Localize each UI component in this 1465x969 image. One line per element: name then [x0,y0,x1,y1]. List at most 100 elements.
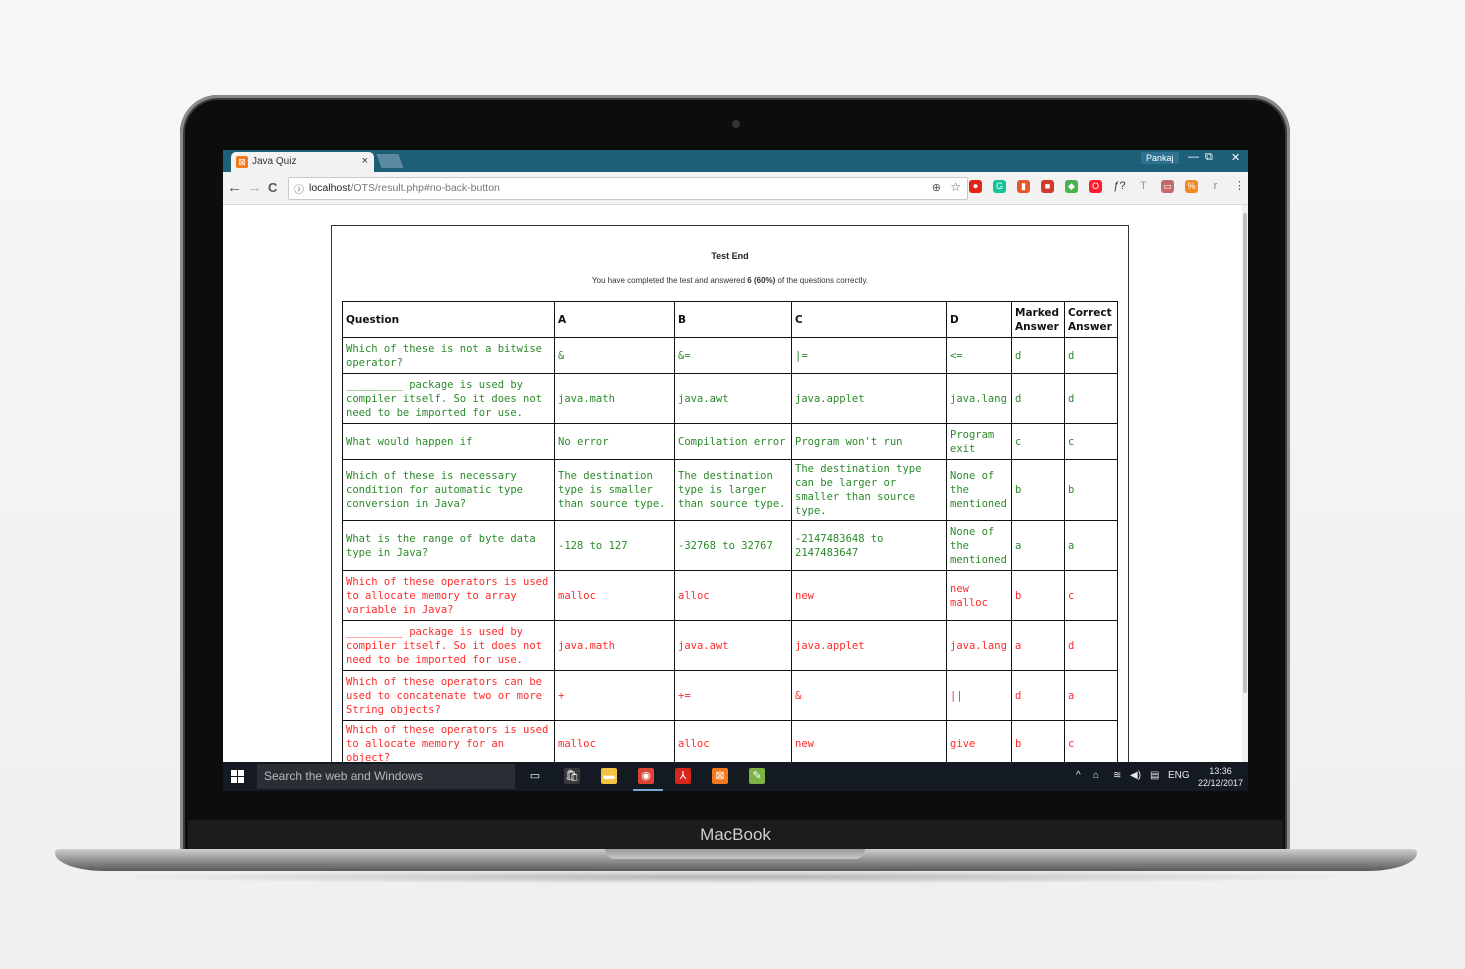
answer-cell: d [1011,373,1065,424]
windows-start-icon[interactable] [231,770,244,783]
table-row: What would happen if No error Compilation … [342,423,1118,460]
zoom-icon[interactable]: ⊕ [932,181,941,194]
percent-icon[interactable]: % [1185,180,1198,193]
answer-cell: a [1064,520,1118,571]
answer-cell: += [674,670,792,721]
answer-cell: new [791,720,947,762]
red-square-icon[interactable]: ⏺ [969,180,982,193]
question-cell: Which of these operators can be used to … [342,670,555,721]
extension-icon-orange[interactable]: ▮ [1017,180,1030,193]
answer-cell: -32768 to 32767 [674,520,792,571]
question-cell: _________ package is used by compiler it… [342,620,555,671]
answer-cell: malloc [554,720,675,762]
answer-cell: & [791,670,947,721]
tab-java-quiz[interactable]: ⊠ Java Quiz × [231,152,374,172]
summary-score: 6 (60%) [747,276,776,285]
answer-cell: java.math [554,620,675,671]
forward-icon[interactable]: → [247,179,262,196]
tab-title: Java Quiz [252,156,297,167]
extension-icon-red[interactable]: ■ [1041,180,1054,193]
tab-close-icon[interactable]: × [362,155,368,167]
window-icon[interactable]: ▭ [1161,180,1174,193]
answer-cell: b [1011,570,1065,621]
back-icon[interactable]: ← [227,179,242,196]
file-explorer-icon[interactable]: ▬ [601,768,617,784]
answer-cell: -128 to 127 [554,520,675,571]
acrobat-icon[interactable]: ⅄ [675,768,691,784]
xampp-icon[interactable]: ⊠ [712,768,728,784]
wifi-icon[interactable]: ≋ [1113,770,1121,781]
camera-dot [732,120,740,128]
table-row: Which of these is not a bitwise operator… [342,337,1118,374]
language-indicator[interactable]: ENG [1168,770,1190,781]
result-title: Test End [711,251,749,261]
column-header: Question [342,301,555,338]
answer-cell: b [1011,459,1065,521]
table-row: Which of these operators is used to allo… [342,720,1118,762]
r-icon[interactable]: r [1209,180,1222,193]
task-view-icon[interactable]: ▭ [527,768,543,784]
answer-cell: -2147483648 to 2147483647 [791,520,947,571]
column-header: C [791,301,947,338]
reload-icon[interactable]: C [268,180,277,195]
minimize-icon[interactable]: — [1188,151,1199,163]
question-cell: Which of these operators is used to allo… [342,720,555,762]
laptop-shadow [90,870,1380,884]
clock-time: 13:36 [1209,766,1232,776]
browser-toolbar: ← → C ⓘ localhost/OTS/result.php#no-back… [223,172,1248,205]
laptop-brand-label: MacBook [188,820,1283,850]
store-icon[interactable]: 🛍 [564,768,580,784]
taskbar-clock[interactable]: 13:36 22/12/2017 [1198,765,1243,789]
answer-cell: <= [946,337,1012,374]
answer-cell: java.lang [946,373,1012,424]
answer-cell: The destination type is larger than sour… [674,459,792,521]
answer-cell: The destination type is smaller than sou… [554,459,675,521]
opera-icon[interactable]: O [1089,180,1102,193]
vertical-scrollbar[interactable] [1242,205,1248,762]
close-window-icon[interactable]: ✕ [1231,151,1240,164]
url-text: localhost/OTS/result.php#no-back-button [309,182,500,194]
table-row: Which of these operators can be used to … [342,670,1118,721]
profile-button[interactable]: Pankaj [1141,152,1179,164]
xampp-favicon-icon: ⊠ [236,156,248,168]
network-icon[interactable]: ⌂ [1093,770,1099,781]
answer-cell: java.awt [674,373,792,424]
info-icon[interactable]: ⓘ [294,181,304,196]
answer-cell: java.awt [674,620,792,671]
windows-taskbar: Search the web and Windows ▭ 🛍 ▬ ◉ ⅄ ⊠ ✎ ^ ⌂ ≋… [223,762,1248,791]
menu-icon[interactable]: ⋮ [1233,180,1246,193]
question-cell: Which of these is necessary condition fo… [342,459,555,521]
notepad-icon[interactable]: ✎ [749,768,765,784]
answer-cell: c [1064,720,1118,762]
table-header-row: Question A B C D Marked Answer Correct Answer [342,301,1118,338]
tray-chevron-icon[interactable]: ^ [1076,770,1081,781]
answer-cell: a [1011,520,1065,571]
answer-cell: No error [554,423,675,460]
answer-cell: give [946,720,1012,762]
colorful-icon[interactable]: ◆ [1065,180,1078,193]
page-viewport: Test End You have completed the test and… [223,205,1248,762]
tex-icon[interactable]: T [1137,180,1150,193]
answer-cell: d [1064,373,1118,424]
formula-icon[interactable]: ƒ? [1113,180,1126,193]
bookmark-star-icon[interactable]: ☆ [950,180,961,194]
column-header: A [554,301,675,338]
notifications-icon[interactable]: ▤ [1150,770,1159,781]
column-header: Marked Answer [1011,301,1065,338]
scrollbar-thumb[interactable] [1243,213,1247,693]
restore-icon[interactable]: ⧉ [1205,151,1213,164]
grammarly-icon[interactable]: G [993,180,1006,193]
table-row: _________ package is used by compiler it… [342,620,1118,671]
taskbar-search-box[interactable]: Search the web and Windows [257,764,515,789]
volume-icon[interactable]: ◀) [1130,770,1141,781]
answer-cell: c [1011,423,1065,460]
question-cell: Which of these is not a bitwise operator… [342,337,555,374]
table-body: Which of these is not a bitwise operator… [342,337,1118,762]
answer-cell: alloc [674,570,792,621]
screen: ⊠ Java Quiz × Pankaj — ⧉ ✕ ← → C ⓘ local… [223,150,1248,791]
address-bar[interactable]: ⓘ localhost/OTS/result.php#no-back-butto… [288,177,968,200]
answer-cell: &= [674,337,792,374]
new-tab-button[interactable] [376,154,404,168]
chrome-icon[interactable]: ◉ [638,768,654,784]
clock-date: 22/12/2017 [1197,778,1243,788]
